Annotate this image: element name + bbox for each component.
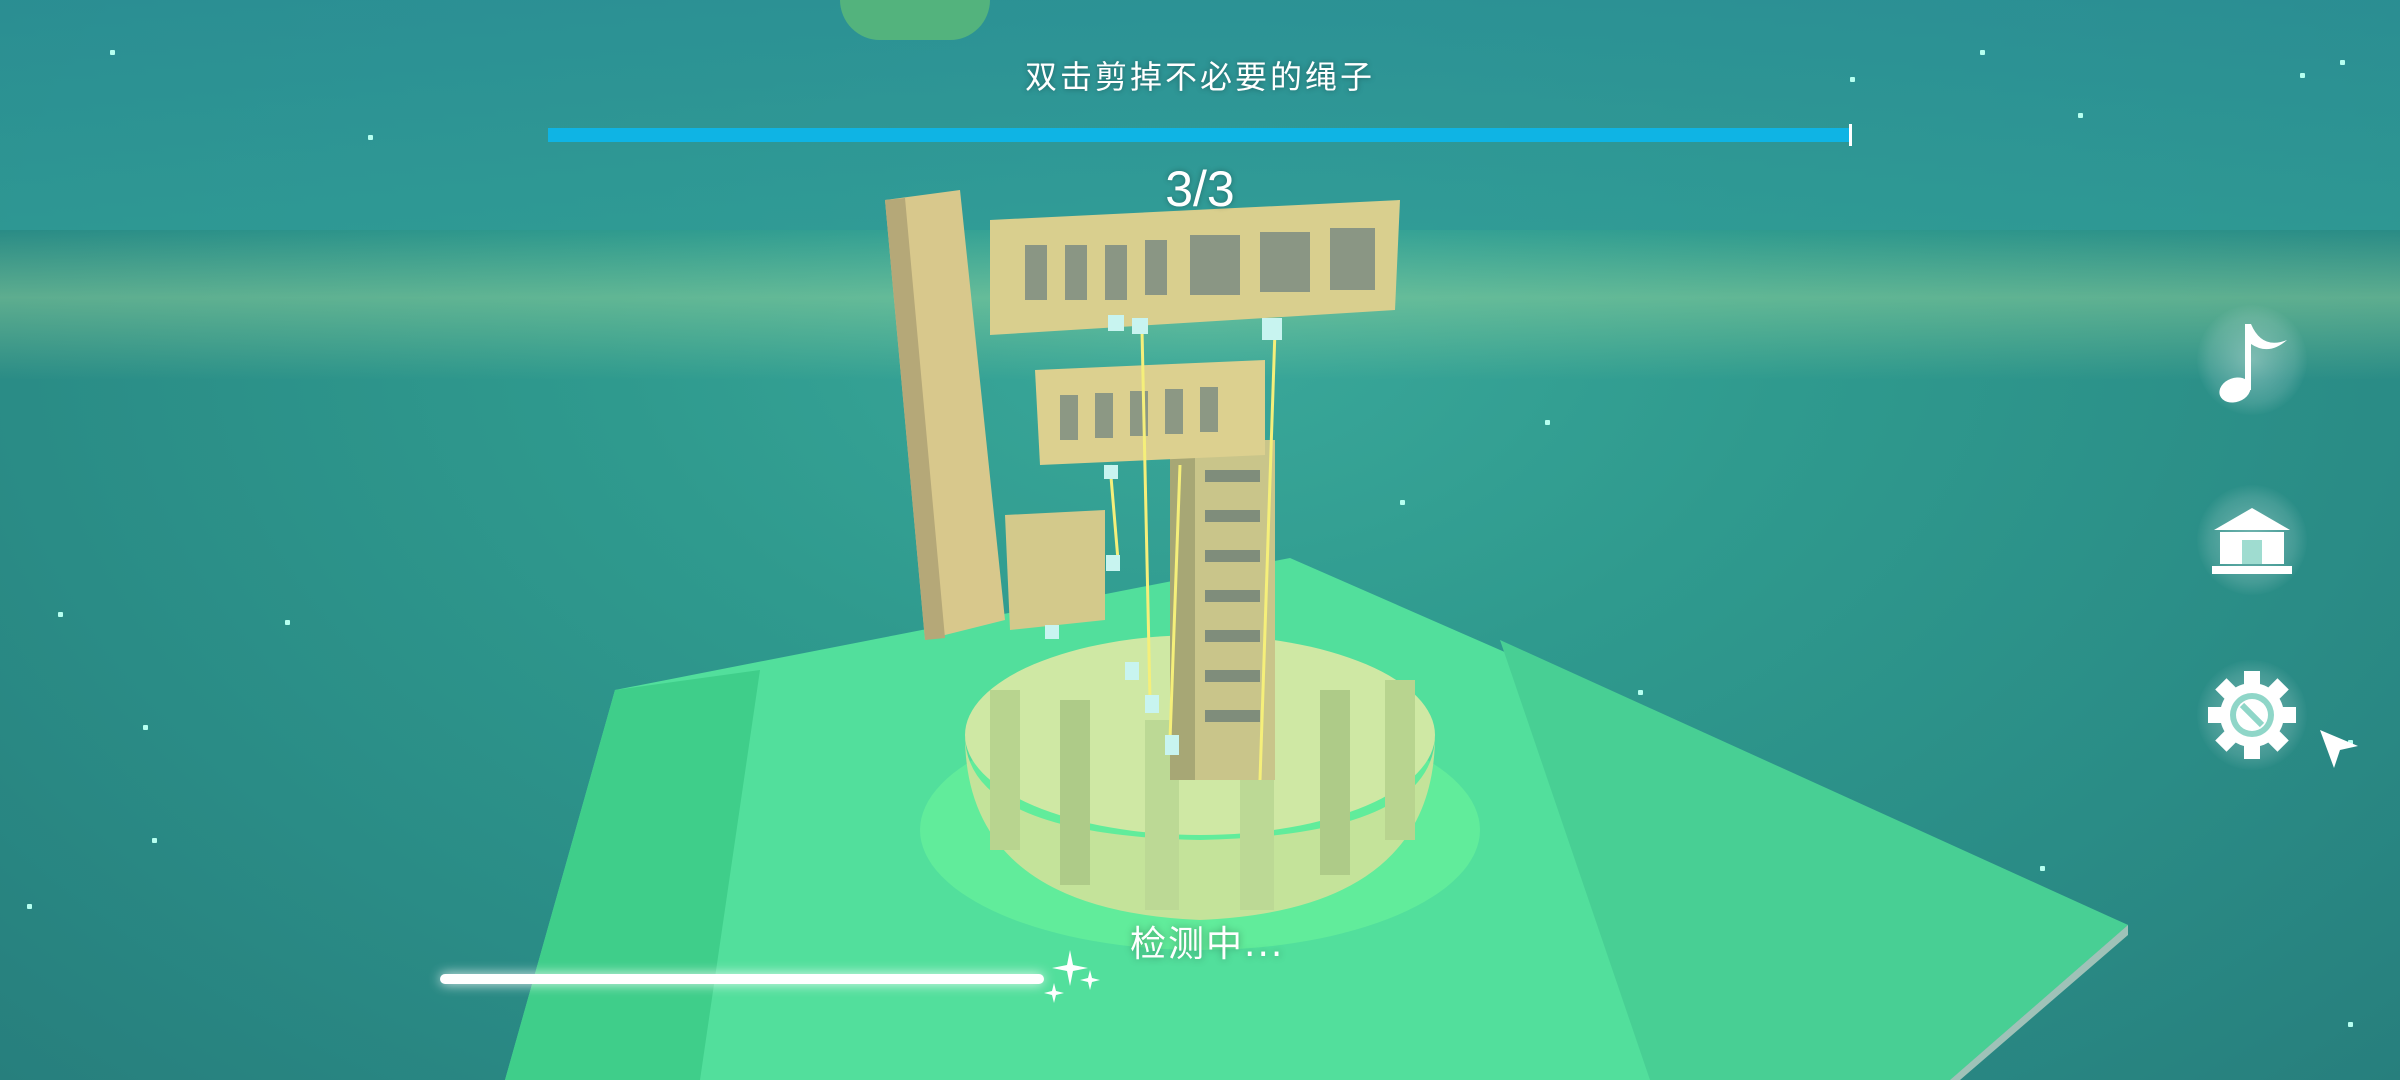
level-progress-marker	[1849, 124, 1852, 146]
temple-pillar	[1060, 700, 1090, 885]
temple-pillar	[990, 690, 1020, 850]
status-text: 检测中...	[1130, 924, 1285, 965]
settings-gear-icon	[2208, 671, 2296, 759]
music-note-icon	[2219, 324, 2287, 403]
check-progress-bar	[440, 974, 1044, 984]
lower-block	[1005, 510, 1105, 630]
rope	[1108, 464, 1120, 561]
pointer-cursor-icon	[2320, 730, 2358, 768]
gallery-icon	[2212, 508, 2292, 574]
temple-pillar	[1320, 690, 1350, 875]
check-progress-fill	[440, 974, 1044, 984]
gallery-button[interactable]	[2197, 485, 2307, 595]
temple-pillar	[1385, 680, 1415, 840]
level-progress-bar	[548, 128, 1851, 142]
instruction-text: 双击剪掉不必要的绳子	[1024, 58, 1375, 96]
level-counter: 3/3	[1165, 161, 1235, 217]
level-progress-fill	[548, 128, 1851, 142]
music-button[interactable]	[2197, 305, 2307, 415]
settings-button[interactable]	[2197, 660, 2307, 770]
sparkle-icon	[1044, 950, 1100, 1003]
